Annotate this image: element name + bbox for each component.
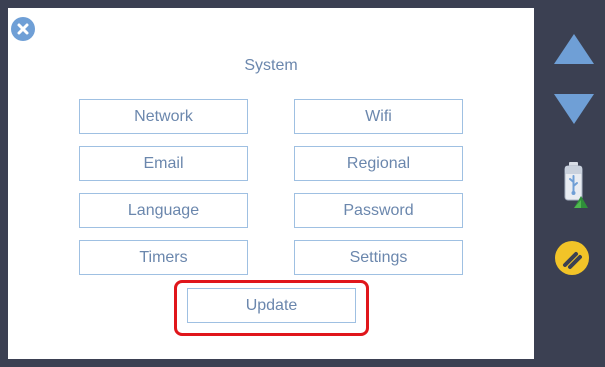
language-button[interactable]: Language — [79, 193, 248, 228]
close-icon — [17, 23, 29, 35]
triangle-down-icon — [554, 94, 594, 124]
email-button[interactable]: Email — [79, 146, 248, 181]
triangle-up-icon — [554, 34, 594, 64]
wrench-screwdriver-icon — [555, 241, 589, 275]
password-button[interactable]: Password — [294, 193, 463, 228]
scroll-down-button[interactable] — [552, 92, 596, 131]
wifi-button[interactable]: Wifi — [294, 99, 463, 134]
close-button[interactable] — [11, 17, 35, 41]
usb-drive-icon — [564, 162, 588, 208]
usb-button[interactable] — [561, 160, 589, 213]
network-button[interactable]: Network — [79, 99, 248, 134]
settings-button[interactable]: Settings — [294, 240, 463, 275]
scroll-up-button[interactable] — [552, 32, 596, 71]
device-frame: System Network Wifi Email Regional Langu… — [0, 0, 605, 367]
side-control-bar — [542, 0, 605, 367]
page-title: System — [244, 57, 298, 74]
timers-button[interactable]: Timers — [79, 240, 248, 275]
update-highlight-box — [174, 280, 369, 336]
regional-button[interactable]: Regional — [294, 146, 463, 181]
tools-button[interactable] — [554, 240, 590, 281]
